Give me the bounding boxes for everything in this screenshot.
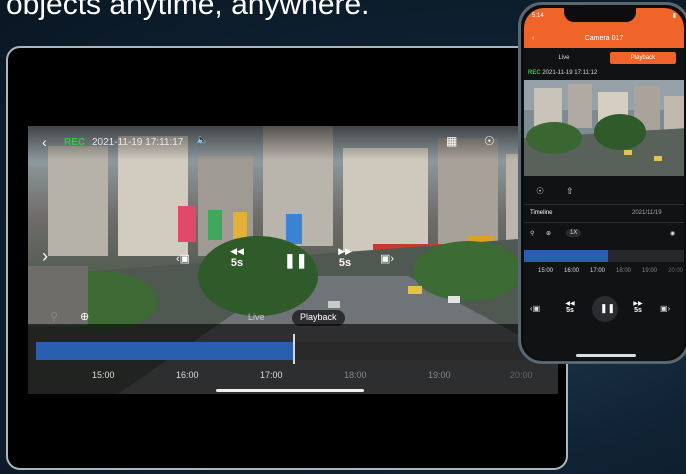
skip-back-label: 5s: [230, 257, 244, 269]
phone-share-icon[interactable]: ⇧: [566, 186, 574, 197]
expand-sidebar-chevron-icon[interactable]: ›: [42, 246, 48, 267]
phone-timeline-label: Timeline: [530, 210, 553, 216]
timeline-tick: 17:00: [260, 370, 283, 380]
battery-icon: ▮: [672, 13, 676, 19]
phone-screen: 5:14 ▮ ‹ Camera 017 Live Playback REC 20…: [524, 8, 684, 360]
phone-skip-forward-label: 5s: [634, 307, 642, 314]
phone-timeline-date[interactable]: 2021/11/19: [632, 210, 662, 216]
phone-skip-forward-button[interactable]: ▶▶ 5s: [628, 300, 648, 314]
phone-divider: [524, 222, 684, 223]
phone-tab-playback[interactable]: Playback: [610, 52, 676, 64]
skip-forward-label: 5s: [338, 257, 352, 269]
zoom-out-icon[interactable]: ⚲: [50, 310, 58, 323]
phone-prev-event-icon[interactable]: ‹▣: [530, 304, 540, 313]
phone-header: ‹ Camera 017: [524, 30, 684, 48]
timeline-tick: 20:00: [510, 370, 533, 380]
rewind-icon: ◀◀: [230, 246, 244, 256]
phone-tab-live[interactable]: Live: [534, 52, 594, 64]
phone-speed-badge[interactable]: 1X: [566, 229, 582, 237]
timeline-empty-segment[interactable]: [294, 342, 550, 360]
phone-pause-icon: ❚❚: [600, 303, 616, 313]
phone-title: Camera 017: [584, 35, 624, 42]
phone-timestamp: 2021-11-19 17:11:12: [542, 70, 598, 76]
phone-home-indicator: [576, 354, 636, 357]
phone-notch: [564, 8, 636, 22]
video-timestamp: 2021-11-19 17:11:17: [92, 137, 184, 148]
phone-rec-badge: REC: [528, 70, 541, 76]
phone-options-icon[interactable]: ◉: [670, 230, 675, 237]
calendar-icon[interactable]: ▦: [446, 134, 457, 148]
phone-street-scene-image: [524, 80, 684, 176]
tablet-frame: ‹ REC 2021-11-19 17:11:17 🔈 ▦ ☉ › ‹▣ ◀◀ …: [6, 46, 568, 470]
skip-back-button[interactable]: ◀◀ 5s: [224, 246, 250, 269]
phone-snapshot-icon[interactable]: ☉: [536, 186, 544, 197]
rec-badge: REC: [64, 137, 86, 148]
phone-divider: [524, 204, 684, 205]
phone-timeline-tick: 19:00: [642, 268, 658, 274]
timeline-playhead[interactable]: [293, 334, 295, 364]
phone-timeline-tick: 16:00: [564, 268, 580, 274]
phone-timeline-recorded[interactable]: [524, 250, 608, 262]
next-event-icon[interactable]: ▣›: [380, 252, 394, 265]
phone-skip-back-label: 5s: [566, 307, 574, 314]
fast-forward-icon: ▶▶: [338, 246, 352, 256]
camera-snapshot-icon[interactable]: ☉: [484, 134, 495, 148]
phone-camera-video: [524, 80, 684, 176]
phone-tab-bar: Live Playback: [524, 52, 684, 66]
timeline-recorded-segment[interactable]: [36, 342, 294, 360]
prev-event-icon[interactable]: ‹▣: [176, 252, 190, 265]
phone-zoom-in-icon[interactable]: ⊕: [546, 230, 551, 237]
phone-pause-button[interactable]: ❚❚: [592, 296, 618, 322]
phone-zoom-out-icon[interactable]: ⚲: [530, 230, 534, 237]
phone-back-icon[interactable]: ‹: [532, 30, 534, 48]
phone-timeline-empty[interactable]: [608, 250, 684, 262]
pause-icon[interactable]: ❚❚: [284, 252, 307, 269]
phone-timeline-tick: 20:00: [668, 268, 684, 274]
home-indicator: [216, 389, 364, 392]
timeline-tick: 19:00: [428, 370, 451, 380]
phone-timeline-tick: 18:00: [616, 268, 632, 274]
speaker-muted-icon[interactable]: 🔈: [196, 135, 208, 146]
headline: objects anytime, anywhere.: [6, 0, 370, 21]
phone-rec-row: REC 2021-11-19 17:11:12: [528, 70, 597, 76]
timeline-tick: 16:00: [176, 370, 199, 380]
status-time: 5:14: [532, 13, 544, 19]
phone-timeline-tick: 15:00: [538, 268, 554, 274]
phone-next-event-icon[interactable]: ▣›: [660, 304, 670, 313]
phone-rewind-icon: ◀◀: [565, 301, 575, 307]
timeline-tick: 15:00: [92, 370, 115, 380]
phone-frame: 5:14 ▮ ‹ Camera 017 Live Playback REC 20…: [518, 2, 686, 364]
timeline-tick: 18:00: [344, 370, 367, 380]
skip-forward-button[interactable]: ▶▶ 5s: [332, 246, 358, 269]
phone-fast-forward-icon: ▶▶: [633, 301, 643, 307]
phone-skip-back-button[interactable]: ◀◀ 5s: [560, 300, 580, 314]
back-chevron-icon[interactable]: ‹: [42, 134, 47, 150]
phone-timeline-tick: 17:00: [590, 268, 606, 274]
zoom-in-icon[interactable]: ⊕: [80, 310, 89, 323]
